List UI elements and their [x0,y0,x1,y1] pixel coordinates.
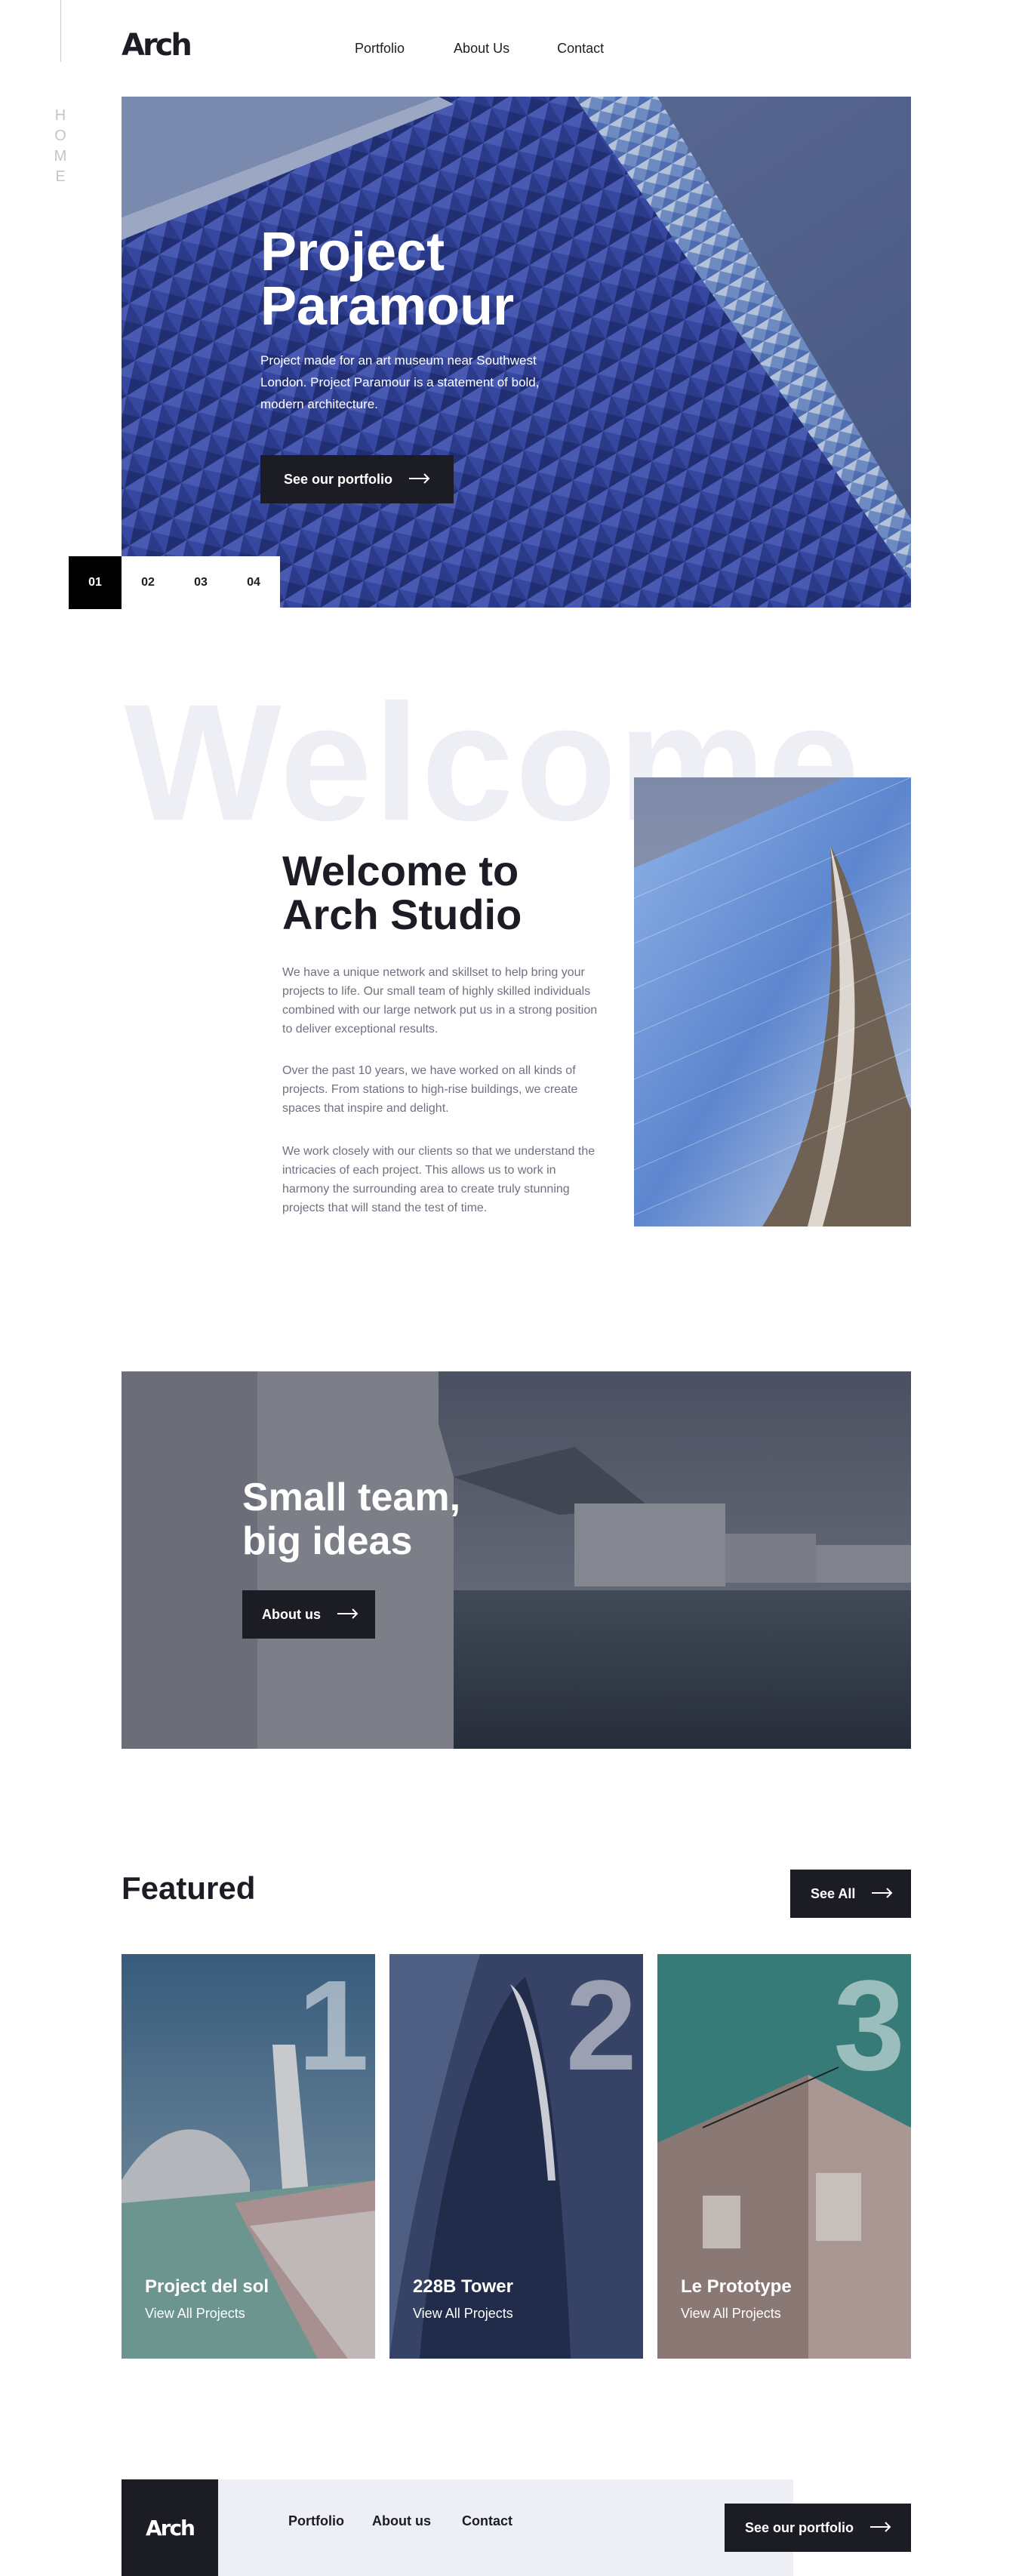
arrow-right-icon [337,1607,359,1623]
card-number: 3 [833,1954,905,2097]
about-us-label: About us [262,1606,321,1622]
slide-button-02[interactable]: 02 [122,556,174,609]
see-portfolio-button[interactable]: See our portfolio [260,455,454,503]
card-link[interactable]: View All Projects [413,2306,513,2322]
see-all-button[interactable]: See All [790,1870,911,1918]
hero-title-line: Project [260,222,445,282]
page-indicator-letter: M [54,148,67,165]
see-portfolio-label: See our portfolio [284,471,392,487]
arrow-right-icon [870,2520,891,2536]
footer-nav-portfolio[interactable]: Portfolio [288,2513,344,2529]
slide-button-03[interactable]: 03 [174,556,227,609]
hero-title: Project Paramour [260,225,514,334]
featured-card-228b-tower[interactable]: 2 228B Tower View All Projects [389,1954,643,2359]
page-indicator: H O M E [53,106,68,187]
footer-see-portfolio-label: See our portfolio [745,2519,854,2535]
welcome-paragraph: We work closely with our clients so that… [282,1145,596,1214]
footer-nav-contact[interactable]: Contact [462,2513,512,2529]
card-title: Project del sol [145,2276,269,2297]
card-number: 2 [565,1954,637,2097]
vertical-rule [60,0,61,62]
page-indicator-letter: E [55,168,66,185]
see-all-label: See All [811,1885,856,1901]
welcome-image [634,777,911,1226]
slide-button-01[interactable]: 01 [69,556,122,609]
hero-description: Project made for an art museum near Sout… [260,353,540,411]
hero-title-line: Paramour [260,276,515,337]
hero-slider-nav: 01 02 03 04 [69,556,280,609]
small-team-section: Small team, big ideas About us [122,1371,911,1749]
footer-see-portfolio-button[interactable]: See our portfolio [725,2504,911,2552]
welcome-paragraph: Over the past 10 years, we have worked o… [282,1064,578,1115]
card-title: 228B Tower [413,2276,513,2297]
card-link[interactable]: View All Projects [681,2306,781,2322]
hero-section: Project Paramour Project made for an art… [122,97,911,608]
page-indicator-letter: H [54,107,66,124]
arrow-right-icon [409,472,430,488]
nav-portfolio[interactable]: Portfolio [355,41,405,57]
featured-card-project-del-sol[interactable]: 1 Project del sol View All Projects [122,1954,375,2359]
about-us-button[interactable]: About us [242,1590,375,1639]
nav-about-us[interactable]: About Us [454,41,509,57]
team-image [122,1371,911,1749]
footer-nav: Portfolio About us Contact [288,2513,512,2529]
card-link[interactable]: View All Projects [145,2306,245,2322]
nav-contact[interactable]: Contact [557,41,604,57]
featured-card-le-prototype[interactable]: 3 Le Prototype View All Projects [657,1954,911,2359]
page-indicator-letter: O [54,128,66,144]
logo[interactable]: Arch [122,30,192,60]
footer-logo-text: Arch [145,2515,195,2541]
team-title-line: Small team, [242,1476,461,1519]
footer-logo[interactable]: Arch [122,2479,218,2576]
featured-title: Featured [122,1870,256,1906]
welcome-title-line: Welcome to [282,847,519,894]
welcome-paragraph: We have a unique network and skillset to… [282,966,598,1036]
welcome-title-line: Arch Studio [282,891,522,938]
team-title: Small team, big ideas [242,1476,460,1563]
welcome-title: Welcome to Arch Studio [282,849,522,937]
card-number: 1 [297,1954,369,2097]
main-nav: Portfolio About Us Contact [355,41,604,57]
slide-button-04[interactable]: 04 [227,556,280,609]
card-title: Le Prototype [681,2276,792,2297]
team-title-line: big ideas [242,1519,413,1563]
footer-nav-about-us[interactable]: About us [372,2513,431,2529]
arrow-right-icon [872,1886,893,1902]
